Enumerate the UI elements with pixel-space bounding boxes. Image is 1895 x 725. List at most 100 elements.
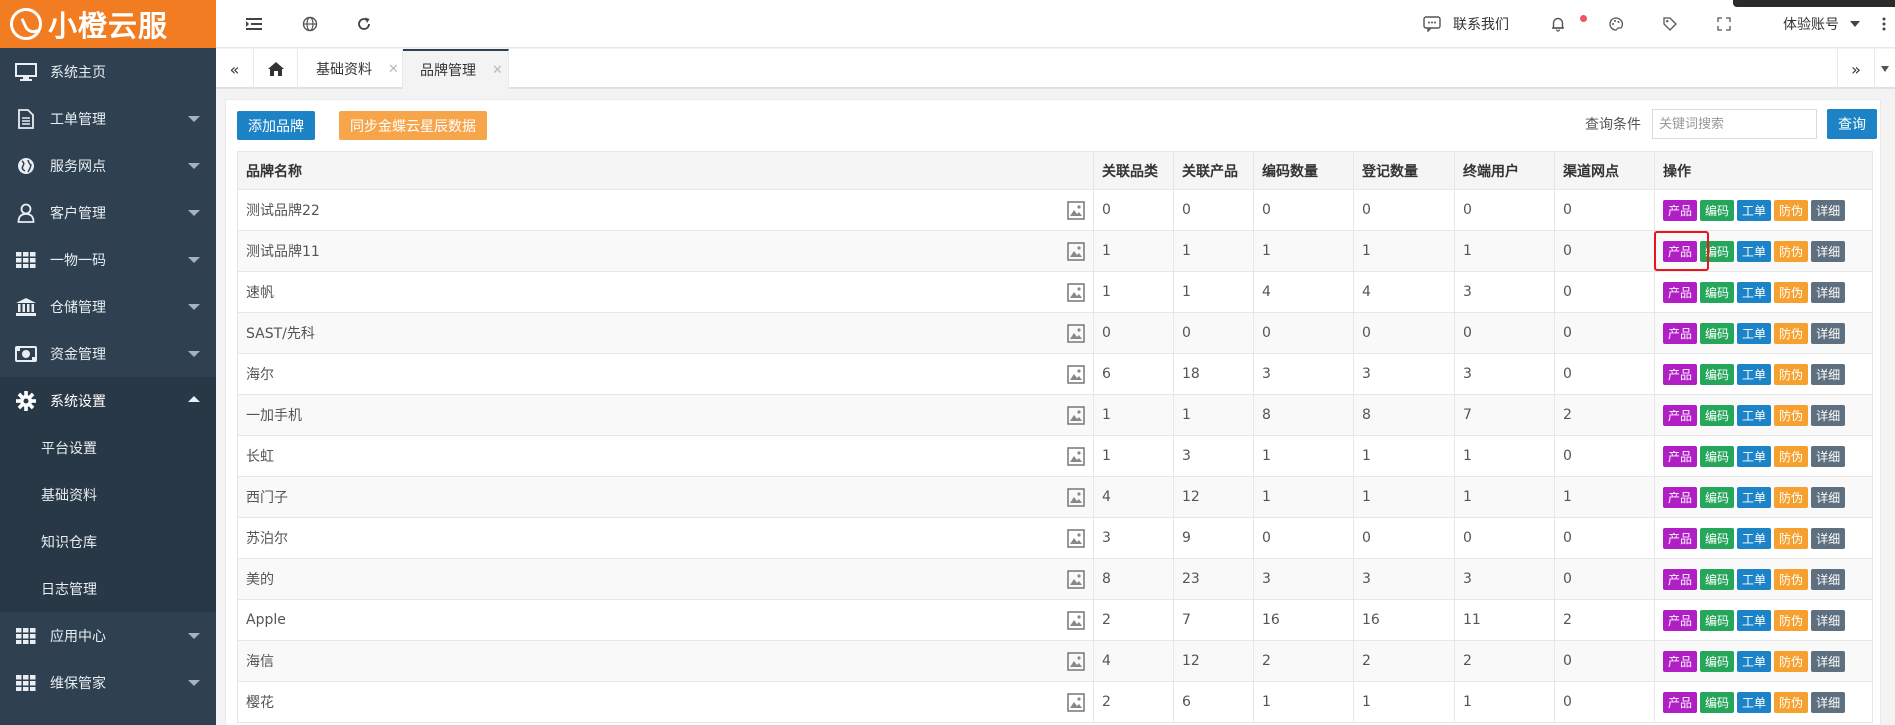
sidebar-item-5[interactable]: 一物一码: [0, 236, 216, 283]
detail-button[interactable]: 详细: [1811, 322, 1846, 344]
code-button[interactable]: 编码: [1700, 445, 1735, 467]
tabs-scroll-right[interactable]: »: [1837, 49, 1875, 89]
code-button[interactable]: 编码: [1700, 568, 1735, 590]
image-icon[interactable]: [1067, 242, 1085, 261]
sidebar-item-6[interactable]: 仓储管理: [0, 283, 216, 330]
chat-icon[interactable]: [1422, 14, 1442, 34]
workorder-button[interactable]: 工单: [1737, 568, 1772, 590]
detail-button[interactable]: 详细: [1811, 568, 1846, 590]
sidebar-item-1[interactable]: 系统主页: [0, 48, 216, 95]
sidebar-item-1[interactable]: 应用中心: [0, 612, 216, 659]
workorder-button[interactable]: 工单: [1737, 691, 1772, 713]
contact-link[interactable]: 联系我们: [1453, 14, 1509, 34]
detail-button[interactable]: 详细: [1811, 486, 1846, 508]
code-button[interactable]: 编码: [1700, 650, 1735, 672]
more-vertical-icon[interactable]: [1874, 14, 1894, 34]
product-button[interactable]: 产品: [1663, 609, 1698, 631]
menu-toggle-icon[interactable]: [244, 14, 264, 34]
anticounterfeit-button[interactable]: 防伪: [1774, 527, 1809, 549]
workorder-button[interactable]: 工单: [1737, 404, 1772, 426]
detail-button[interactable]: 详细: [1811, 445, 1846, 467]
detail-button[interactable]: 详细: [1811, 650, 1846, 672]
product-button[interactable]: 产品: [1663, 486, 1698, 508]
anticounterfeit-button[interactable]: 防伪: [1774, 486, 1809, 508]
fullscreen-icon[interactable]: [1714, 14, 1734, 34]
code-button[interactable]: 编码: [1700, 322, 1735, 344]
anticounterfeit-button[interactable]: 防伪: [1774, 363, 1809, 385]
submenu-item[interactable]: 基础资料: [0, 471, 216, 518]
submenu-item[interactable]: 日志管理: [0, 565, 216, 612]
sidebar-item-7[interactable]: 资金管理: [0, 330, 216, 377]
workorder-button[interactable]: 工单: [1737, 240, 1772, 262]
anticounterfeit-button[interactable]: 防伪: [1774, 240, 1809, 262]
sidebar-item-8[interactable]: 系统设置: [0, 377, 216, 424]
detail-button[interactable]: 详细: [1811, 281, 1846, 303]
image-icon[interactable]: [1067, 365, 1085, 384]
anticounterfeit-button[interactable]: 防伪: [1774, 199, 1809, 221]
workorder-button[interactable]: 工单: [1737, 322, 1772, 344]
product-button[interactable]: 产品: [1663, 322, 1698, 344]
product-button[interactable]: 产品: [1663, 240, 1698, 262]
image-icon[interactable]: [1067, 447, 1085, 466]
submenu-item[interactable]: 平台设置: [0, 424, 216, 471]
image-icon[interactable]: [1067, 652, 1085, 671]
anticounterfeit-button[interactable]: 防伪: [1774, 609, 1809, 631]
product-button[interactable]: 产品: [1663, 363, 1698, 385]
product-button[interactable]: 产品: [1663, 404, 1698, 426]
code-button[interactable]: 编码: [1700, 199, 1735, 221]
detail-button[interactable]: 详细: [1811, 609, 1846, 631]
product-button[interactable]: 产品: [1663, 281, 1698, 303]
workorder-button[interactable]: 工单: [1737, 199, 1772, 221]
anticounterfeit-button[interactable]: 防伪: [1774, 568, 1809, 590]
code-button[interactable]: 编码: [1700, 691, 1735, 713]
tab-close-icon[interactable]: ✕: [388, 62, 399, 77]
account-menu[interactable]: 体验账号: [1783, 14, 1839, 34]
sidebar-item-2[interactable]: 维保管家: [0, 659, 216, 706]
palette-icon[interactable]: [1606, 14, 1626, 34]
detail-button[interactable]: 详细: [1811, 240, 1846, 262]
detail-button[interactable]: 详细: [1811, 691, 1846, 713]
product-button[interactable]: 产品: [1663, 568, 1698, 590]
bell-icon[interactable]: [1548, 14, 1568, 34]
code-button[interactable]: 编码: [1700, 240, 1735, 262]
code-button[interactable]: 编码: [1700, 609, 1735, 631]
image-icon[interactable]: [1067, 488, 1085, 507]
sidebar-item-4[interactable]: 客户管理: [0, 189, 216, 236]
workorder-button[interactable]: 工单: [1737, 281, 1772, 303]
tabs-options[interactable]: [1875, 49, 1895, 89]
detail-button[interactable]: 详细: [1811, 363, 1846, 385]
anticounterfeit-button[interactable]: 防伪: [1774, 281, 1809, 303]
workorder-button[interactable]: 工单: [1737, 609, 1772, 631]
anticounterfeit-button[interactable]: 防伪: [1774, 650, 1809, 672]
logo[interactable]: 小橙云服: [0, 0, 216, 48]
tab-basic-data[interactable]: 基础资料 ✕: [298, 49, 403, 89]
caret-down-icon[interactable]: [1845, 14, 1865, 34]
product-button[interactable]: 产品: [1663, 691, 1698, 713]
code-button[interactable]: 编码: [1700, 404, 1735, 426]
tab-brand-management[interactable]: 品牌管理 ✕: [403, 49, 509, 89]
anticounterfeit-button[interactable]: 防伪: [1774, 691, 1809, 713]
image-icon[interactable]: [1067, 611, 1085, 630]
anticounterfeit-button[interactable]: 防伪: [1774, 322, 1809, 344]
code-button[interactable]: 编码: [1700, 363, 1735, 385]
image-icon[interactable]: [1067, 201, 1085, 220]
product-button[interactable]: 产品: [1663, 199, 1698, 221]
detail-button[interactable]: 详细: [1811, 404, 1846, 426]
search-button[interactable]: 查询: [1827, 109, 1877, 139]
code-button[interactable]: 编码: [1700, 281, 1735, 303]
image-icon[interactable]: [1067, 693, 1085, 712]
product-button[interactable]: 产品: [1663, 445, 1698, 467]
product-button[interactable]: 产品: [1663, 650, 1698, 672]
globe-icon[interactable]: [300, 14, 320, 34]
image-icon[interactable]: [1067, 570, 1085, 589]
anticounterfeit-button[interactable]: 防伪: [1774, 445, 1809, 467]
sidebar-item-3[interactable]: 服务网点: [0, 142, 216, 189]
image-icon[interactable]: [1067, 406, 1085, 425]
workorder-button[interactable]: 工单: [1737, 363, 1772, 385]
sync-kingdee-button[interactable]: 同步金蝶云星辰数据: [339, 111, 487, 140]
submenu-item[interactable]: 知识仓库: [0, 518, 216, 565]
detail-button[interactable]: 详细: [1811, 199, 1846, 221]
image-icon[interactable]: [1067, 529, 1085, 548]
workorder-button[interactable]: 工单: [1737, 445, 1772, 467]
code-button[interactable]: 编码: [1700, 527, 1735, 549]
